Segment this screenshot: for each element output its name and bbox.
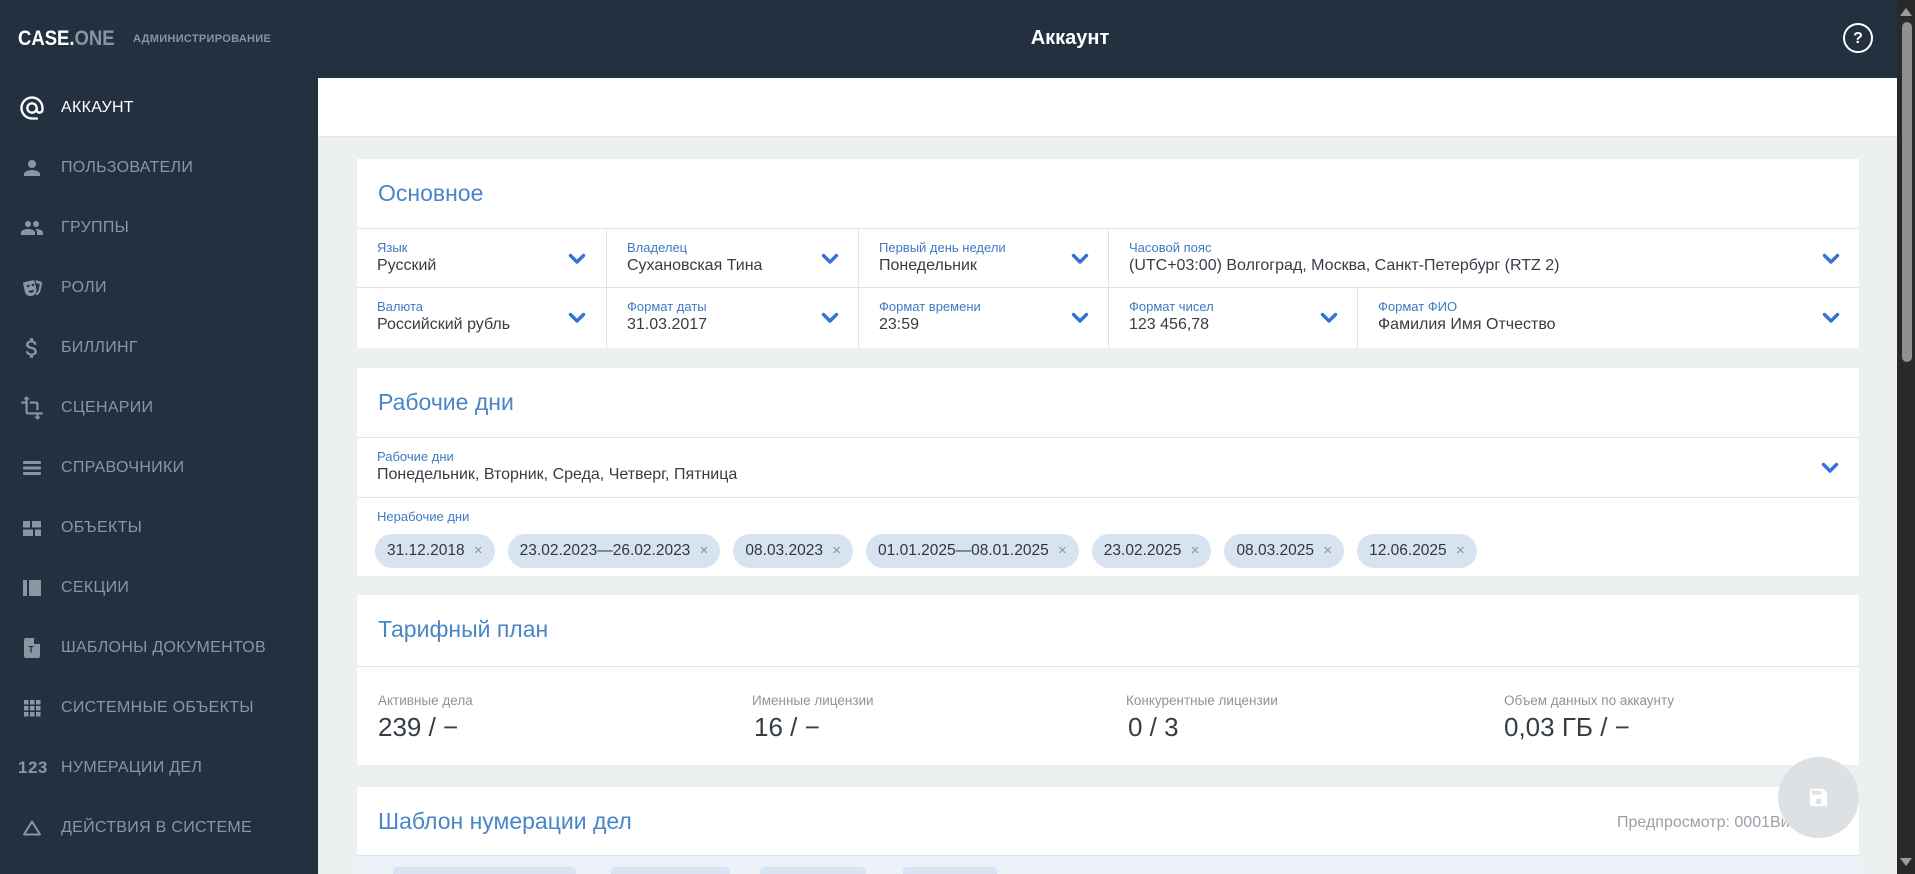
svg-text:T: T xyxy=(28,645,34,655)
